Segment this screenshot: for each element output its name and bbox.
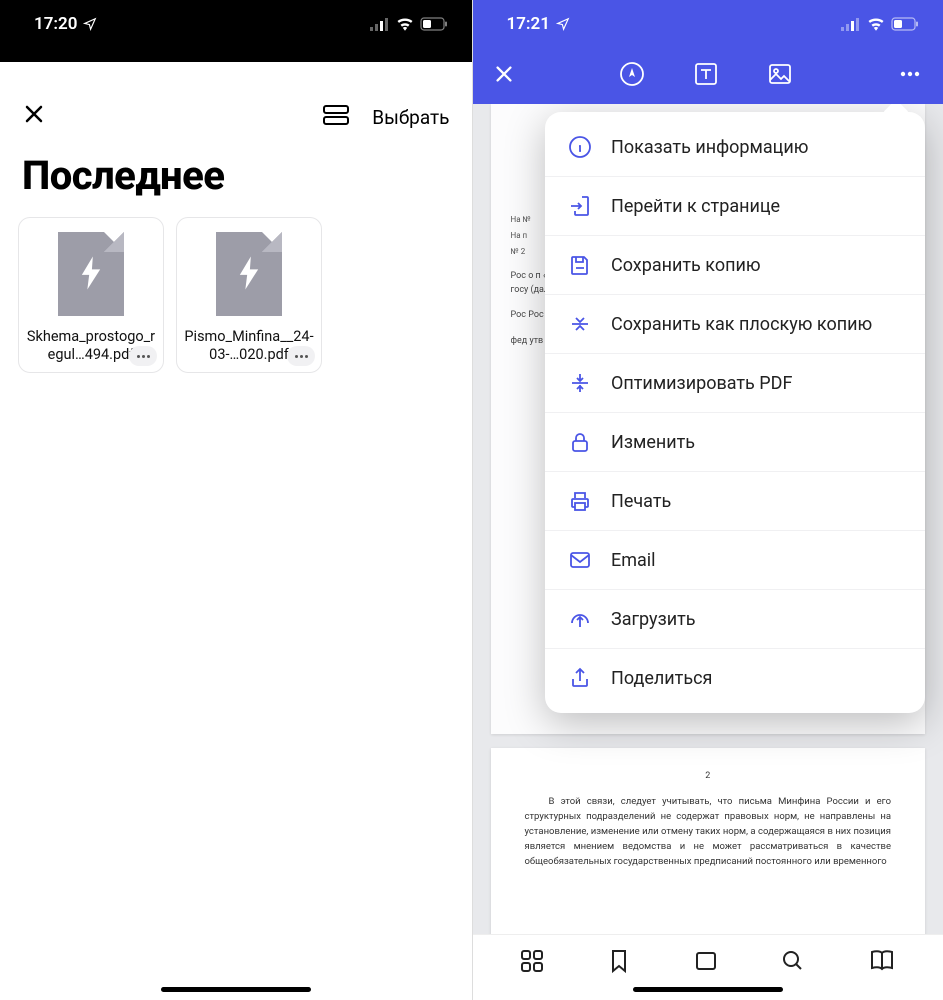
- upload-icon: [568, 607, 592, 631]
- outline-button[interactable]: [693, 948, 719, 978]
- bottom-toolbar: [473, 934, 943, 1000]
- menu-share[interactable]: Поделиться: [545, 649, 925, 707]
- signal-icon: [370, 17, 390, 31]
- page-title: Последнее: [18, 140, 454, 217]
- wifi-icon: [396, 17, 414, 31]
- image-button[interactable]: [767, 61, 793, 91]
- menu-save-flat[interactable]: Сохранить как плоскую копию: [545, 295, 925, 354]
- actions-popover: Показать информацию Перейти к странице С…: [545, 112, 925, 713]
- annotate-button[interactable]: [619, 61, 645, 91]
- reader-button[interactable]: [868, 948, 896, 978]
- location-icon: [556, 17, 570, 31]
- menu-optimize[interactable]: Оптимизировать PDF: [545, 354, 925, 413]
- optimize-icon: [568, 371, 592, 395]
- menu-save-copy[interactable]: Сохранить копию: [545, 236, 925, 295]
- menu-print[interactable]: Печать: [545, 472, 925, 531]
- file-card[interactable]: Skhema_prostogo_regul…494.pdf: [18, 217, 164, 373]
- save-icon: [568, 253, 592, 277]
- view-toggle-button[interactable]: [322, 103, 350, 131]
- close-icon: [22, 102, 46, 126]
- status-time: 17:21: [507, 14, 550, 34]
- menu-edit[interactable]: Изменить: [545, 413, 925, 472]
- select-button[interactable]: Выбрать: [372, 106, 449, 129]
- more-icon: [897, 61, 923, 87]
- menu-goto-page[interactable]: Перейти к странице: [545, 177, 925, 236]
- goto-icon: [568, 194, 592, 218]
- menu-label: Перейти к странице: [611, 196, 780, 217]
- menu-label: Сохранить копию: [611, 255, 761, 276]
- book-icon: [868, 948, 896, 974]
- share-icon: [568, 666, 592, 690]
- menu-label: Показать информацию: [611, 137, 808, 158]
- bolt-icon: [238, 256, 260, 290]
- search-icon: [780, 948, 806, 974]
- close-button[interactable]: [22, 102, 46, 132]
- file-card[interactable]: Pismo_Minfina__24-03-…020.pdf: [176, 217, 322, 373]
- menu-label: Поделиться: [611, 668, 712, 689]
- file-more-button[interactable]: [287, 346, 315, 366]
- list-view-icon: [322, 103, 350, 127]
- menu-label: Оптимизировать PDF: [611, 373, 792, 394]
- status-bar: 17:21: [473, 0, 943, 48]
- screen-recent-files: 17:20 Выбрать Последнее: [0, 0, 472, 1000]
- viewer-toolbar: [473, 48, 943, 104]
- file-more-button[interactable]: [129, 346, 157, 366]
- info-icon: [568, 135, 592, 159]
- outline-icon: [693, 948, 719, 974]
- status-time: 17:20: [34, 14, 77, 34]
- signal-icon: [841, 17, 861, 31]
- menu-upload[interactable]: Загрузить: [545, 590, 925, 649]
- menu-email[interactable]: Email: [545, 531, 925, 590]
- home-indicator[interactable]: [633, 987, 783, 992]
- more-button[interactable]: [897, 61, 923, 91]
- menu-label: Загрузить: [611, 609, 696, 630]
- flatten-icon: [568, 312, 592, 336]
- screen-pdf-viewer: 17:21 На № На: [472, 0, 943, 1000]
- bookmark-icon: [607, 948, 631, 974]
- document-page-2: 2 В этой связи, следует учитывать, что п…: [491, 748, 926, 934]
- grid-icon: [519, 948, 545, 974]
- menu-label: Email: [611, 550, 656, 571]
- home-indicator[interactable]: [161, 987, 311, 992]
- text-box-icon: [693, 61, 719, 87]
- battery-icon: [891, 17, 919, 31]
- status-bar: 17:20: [0, 0, 472, 48]
- image-icon: [767, 61, 793, 87]
- print-icon: [568, 489, 592, 513]
- wifi-icon: [867, 17, 885, 31]
- document-area[interactable]: На № На п № 2 Рос о п «О (дал Рос тов ро…: [473, 104, 943, 934]
- close-icon: [493, 63, 515, 85]
- pen-circle-icon: [619, 61, 645, 87]
- bolt-icon: [80, 256, 102, 290]
- text-button[interactable]: [693, 61, 719, 91]
- file-thumbnail-icon: [58, 232, 124, 316]
- menu-label: Печать: [611, 491, 671, 512]
- page-number: 2: [525, 770, 892, 784]
- menu-show-info[interactable]: Показать информацию: [545, 118, 925, 177]
- thumbnails-button[interactable]: [519, 948, 545, 978]
- location-icon: [83, 17, 97, 31]
- file-thumbnail-icon: [216, 232, 282, 316]
- bookmark-button[interactable]: [607, 948, 631, 978]
- battery-icon: [420, 17, 448, 31]
- menu-label: Сохранить как плоскую копию: [611, 314, 872, 335]
- search-button[interactable]: [780, 948, 806, 978]
- email-icon: [568, 548, 592, 572]
- page-text: В этой связи, следует учитывать, что пис…: [525, 794, 892, 870]
- menu-label: Изменить: [611, 432, 695, 453]
- close-button[interactable]: [493, 63, 515, 89]
- recent-body: Выбрать Последнее Skhema_prostogo_regul……: [0, 72, 472, 1000]
- lock-icon: [568, 430, 592, 454]
